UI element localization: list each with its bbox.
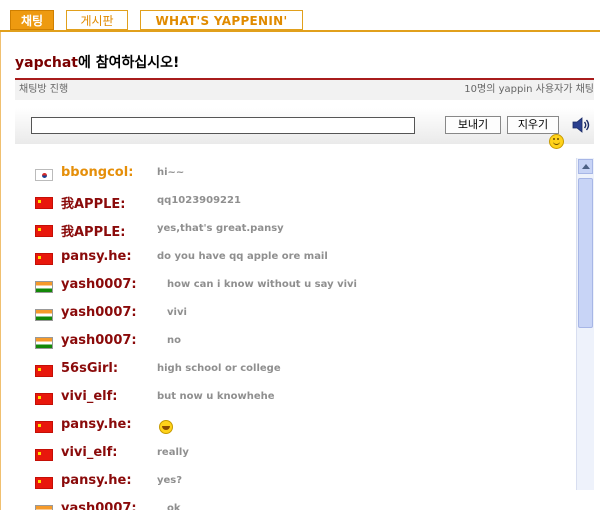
page-title: yapchat에 참여하십시오! [15, 52, 179, 72]
chat-message: bbongcol: hi~~ [35, 164, 555, 188]
korea-flag-icon [35, 169, 53, 181]
message-text: hi~~ [157, 167, 185, 178]
message-text: qq1023909221 [157, 195, 241, 206]
nickname[interactable]: yash0007: [61, 333, 137, 348]
nickname[interactable]: bbongcol: [61, 165, 133, 180]
chat-scrollbar[interactable] [576, 158, 594, 490]
chat-message: 我APPLE: qq1023909221 [35, 192, 555, 216]
tab-bar: 채팅 게시판 WHAT'S YAPPENIN' [0, 0, 600, 32]
message-text: how can i know without u say vivi [167, 279, 357, 290]
nickname[interactable]: 56sGirl: [61, 361, 118, 376]
brand-name: yapchat [15, 55, 78, 71]
tab-whats-yappenin[interactable]: WHAT'S YAPPENIN' [140, 10, 303, 30]
china-flag-icon [35, 225, 53, 237]
india-flag-icon [35, 505, 53, 510]
chat-message: 56sGirl: high school or college [35, 360, 555, 384]
nickname[interactable]: yash0007: [61, 501, 137, 510]
message-text: really [157, 447, 189, 458]
input-row: 보내기 지우기 [15, 108, 594, 149]
message-text: ok [167, 503, 181, 510]
message-text: do you have qq apple ore mail [157, 251, 328, 262]
nickname[interactable]: vivi_elf: [61, 389, 118, 404]
arrow-up-icon[interactable] [578, 159, 593, 174]
chat-message: pansy.he: yes? [35, 472, 555, 496]
speaker-icon[interactable] [571, 115, 591, 135]
chat-message: yash0007: vivi [35, 304, 555, 328]
chat-message: pansy.he: [35, 416, 555, 440]
nickname[interactable]: pansy.he: [61, 417, 132, 432]
china-flag-icon [35, 421, 53, 433]
india-flag-icon [35, 281, 53, 293]
china-flag-icon [35, 477, 53, 489]
china-flag-icon [35, 197, 53, 209]
message-input[interactable] [31, 117, 415, 134]
clear-button[interactable]: 지우기 [507, 116, 559, 134]
chat-log: bbongcol: hi~~ 我APPLE: qq1023909221 我APP… [15, 158, 594, 510]
nickname[interactable]: yash0007: [61, 305, 137, 320]
nickname[interactable]: 我APPLE: [61, 193, 125, 212]
china-flag-icon [35, 449, 53, 461]
laugh-emoticon-icon [159, 420, 173, 434]
nickname[interactable]: pansy.he: [61, 249, 132, 264]
nickname[interactable]: pansy.he: [61, 473, 132, 488]
nickname[interactable]: vivi_elf: [61, 445, 118, 460]
china-flag-icon [35, 365, 53, 377]
nickname[interactable]: 我APPLE: [61, 221, 125, 240]
message-text: but now u knowhehe [157, 391, 275, 402]
status-bar: 채팅방 진행 10명의 yappin 사용자가 채팅 [15, 80, 594, 100]
chat-message: vivi_elf: really [35, 444, 555, 468]
tab-board[interactable]: 게시판 [66, 10, 128, 30]
room-status: 채팅방 진행 [19, 84, 69, 95]
chat-message: yash0007: how can i know without u say v… [35, 276, 555, 300]
chat-panel: yapchat에 참여하십시오! 채팅방 진행 10명의 yappin 사용자가… [0, 32, 600, 510]
india-flag-icon [35, 337, 53, 349]
title-text: 에 참여하십시오! [78, 55, 180, 71]
message-text: yes,that's great.pansy [157, 223, 284, 234]
chat-message: yash0007: no [35, 332, 555, 356]
chat-message: pansy.he: do you have qq apple ore mail [35, 248, 555, 272]
send-button[interactable]: 보내기 [445, 116, 501, 134]
message-text: yes? [157, 475, 183, 486]
chat-message: 我APPLE: yes,that's great.pansy [35, 220, 555, 244]
chat-message: vivi_elf: but now u knowhehe [35, 388, 555, 412]
india-flag-icon [35, 309, 53, 321]
tab-chat[interactable]: 채팅 [10, 10, 54, 30]
nickname[interactable]: yash0007: [61, 277, 137, 292]
scrollbar-thumb[interactable] [578, 178, 593, 328]
chat-message: yash0007: ok [35, 500, 555, 510]
smiley-icon[interactable] [549, 134, 564, 149]
message-text: high school or college [157, 363, 281, 374]
message-text: vivi [167, 307, 187, 318]
message-text: no [167, 335, 181, 346]
user-count: 10명의 yappin 사용자가 채팅 [464, 84, 594, 95]
china-flag-icon [35, 393, 53, 405]
china-flag-icon [35, 253, 53, 265]
